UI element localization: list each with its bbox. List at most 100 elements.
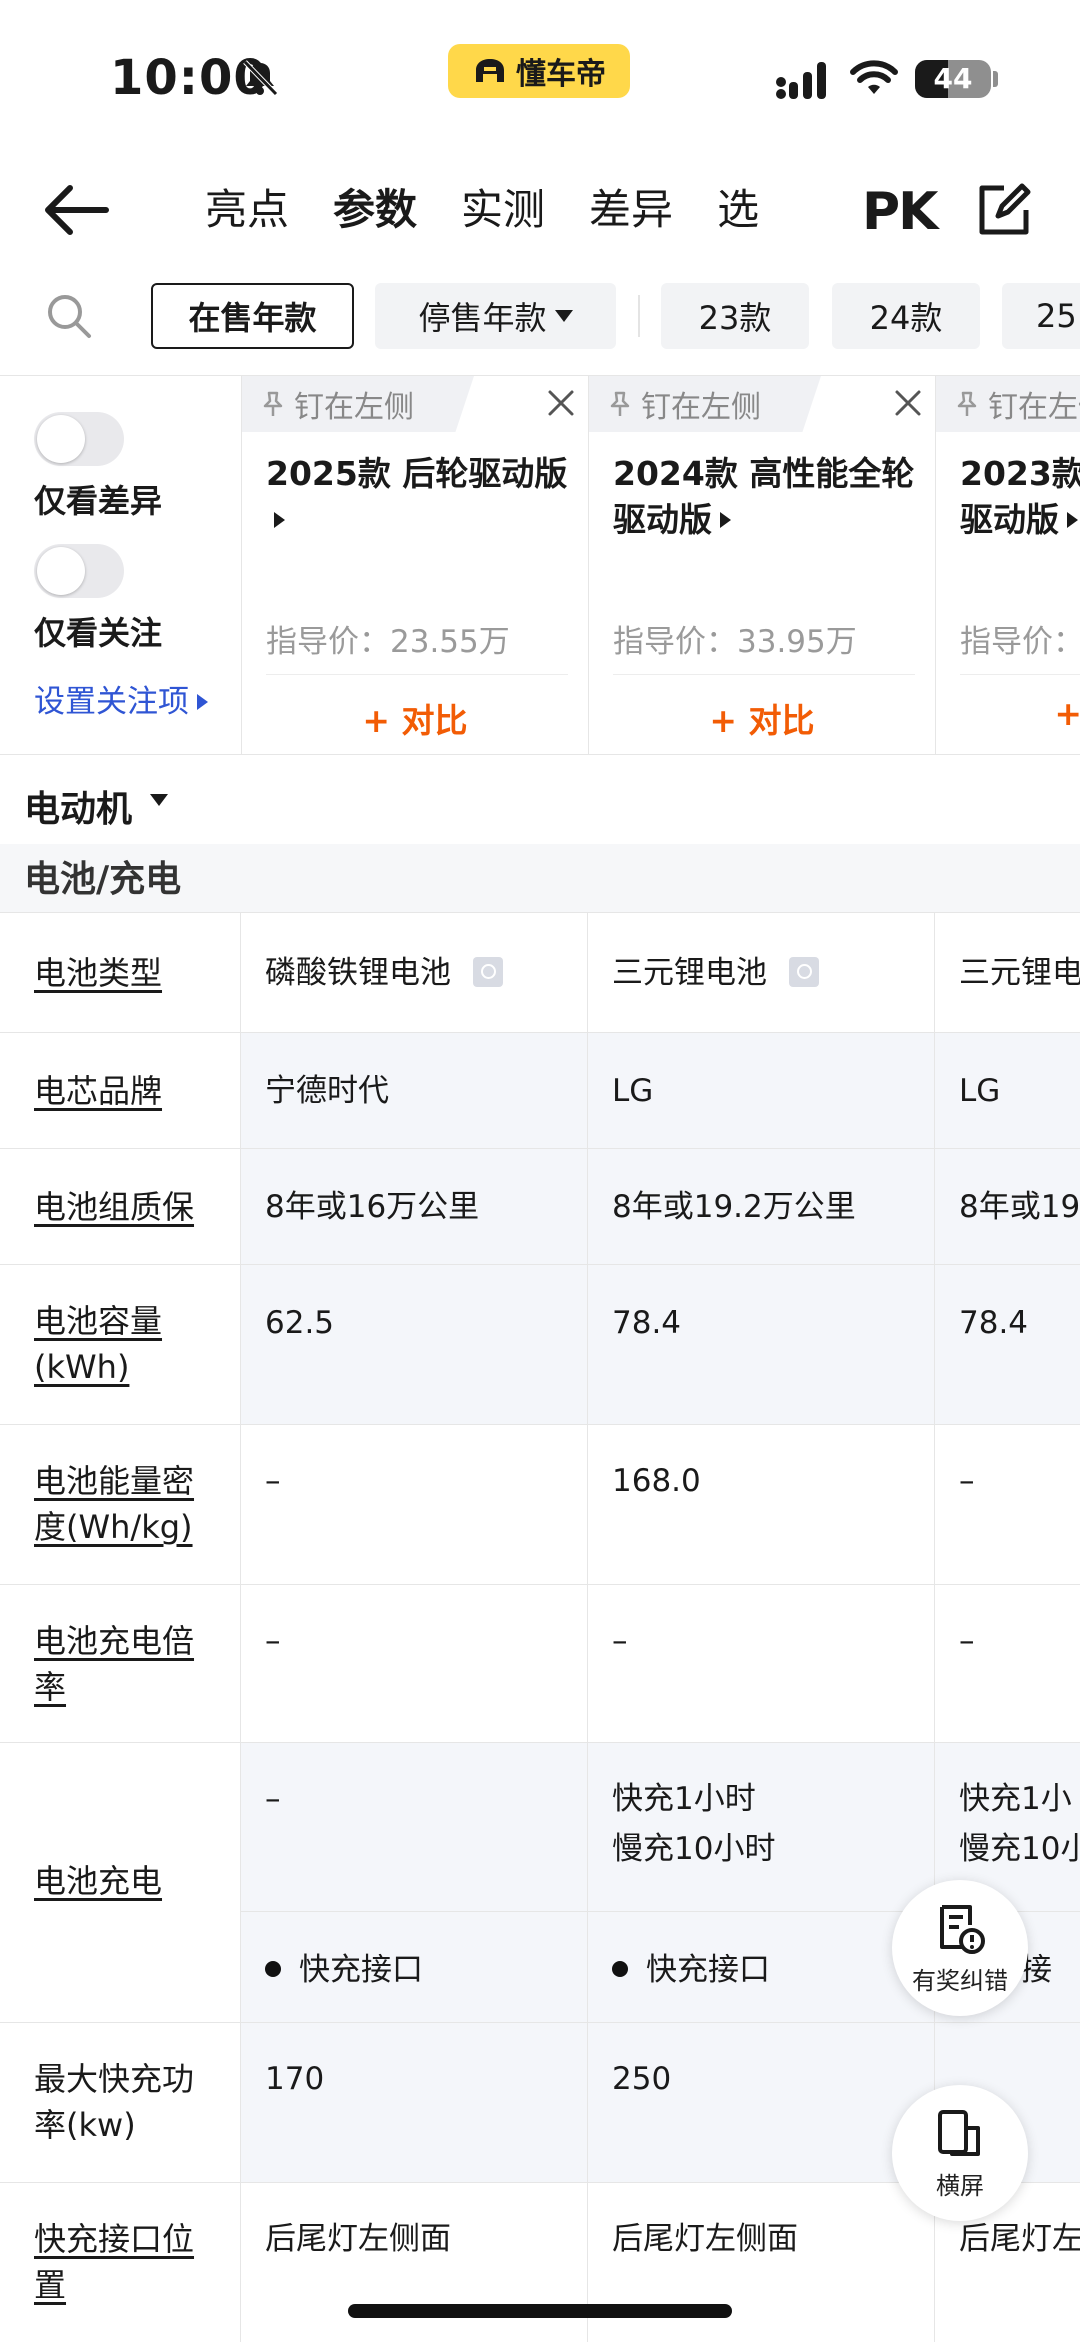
tab-params[interactable]: 参数: [333, 178, 422, 242]
add-compare-button[interactable]: + 对比: [589, 694, 935, 742]
cell-text: 三元锂电池: [612, 955, 767, 991]
cellular-signal-icon: [776, 62, 826, 99]
cell-value: 后尾灯左: [959, 2221, 1080, 2257]
section-motor[interactable]: 电动机: [0, 756, 1080, 844]
row-label[interactable]: 电池组质保: [0, 1149, 241, 1264]
cell-value: 三元锂电池: [612, 948, 819, 998]
chip-year-24[interactable]: 24款: [832, 283, 980, 349]
row-label[interactable]: 最大快充功率(kw): [0, 2023, 241, 2182]
table-row: 电池类型 磷酸铁锂电池 三元锂电池 三元锂电池: [0, 912, 1080, 1032]
cell-value: 8年或16万公里: [265, 1189, 480, 1225]
search-icon[interactable]: [46, 293, 92, 339]
app-badge[interactable]: 懂车帝: [448, 44, 630, 98]
table-cell: 78.4: [935, 1265, 1080, 1424]
cell-value: 62.5: [265, 1305, 335, 1341]
close-icon[interactable]: [893, 388, 923, 418]
cell-value: 8年或19.2万公里: [612, 1189, 856, 1225]
tab-differences[interactable]: 差异: [589, 178, 673, 242]
table-cell: –: [241, 1425, 588, 1584]
table-cell: –: [588, 1585, 935, 1742]
car-column: 钉在左侧 2024款 高性能全轮驱动版 指导价：33.95万 + 对比: [588, 376, 935, 754]
row-label-text: 电池充电: [34, 1862, 163, 1900]
chip-year-23-label: 23款: [698, 299, 772, 337]
caret-right-icon: [274, 512, 285, 528]
set-follow-items-link[interactable]: 设置关注项: [34, 676, 208, 721]
magnifier-icon[interactable]: [789, 957, 819, 987]
pin-left-label: 钉在左侧: [294, 390, 414, 425]
tab-tests[interactable]: 实测: [461, 178, 545, 242]
car-name-link[interactable]: 2024款 高性能全轮驱动版: [613, 451, 918, 543]
cell-value: 78.4: [959, 1305, 1029, 1341]
cell-value: 后尾灯左侧面: [612, 2221, 798, 2257]
row-label[interactable]: 电池容量(kWh): [0, 1265, 241, 1424]
row-label-text: 电池容量(kWh): [34, 1302, 163, 1386]
table-cell: 8年或19: [935, 1149, 1080, 1264]
pin-icon: [957, 391, 977, 416]
cell-value: 后尾灯左侧面: [265, 2221, 451, 2257]
pin-icon: [610, 391, 630, 416]
table-cell: 78.4: [588, 1265, 935, 1424]
cell-sub-value: 快充接口: [612, 1945, 770, 1995]
year-filter-bar: 在售年款 停售年款 23款 24款 25: [0, 275, 1080, 355]
close-icon[interactable]: [546, 388, 576, 418]
table-cell: 170: [241, 2023, 588, 2182]
back-arrow-icon[interactable]: [40, 180, 110, 240]
bullet-dot-icon: [265, 1961, 281, 1977]
row-label-text: 快充接口位置: [34, 2220, 195, 2304]
row-label-text: 电池能量密度(Wh/kg): [34, 1462, 195, 1546]
chip-on-sale[interactable]: 在售年款: [151, 283, 354, 349]
magnifier-icon[interactable]: [473, 957, 503, 987]
tab-highlights[interactable]: 亮点: [205, 178, 289, 242]
car-header-block: 仅看差异 仅看关注 设置关注项 钉在左侧 2025款 后轮驱动版 指导价：23.…: [0, 375, 1080, 755]
chip-year-25-label: 25: [1036, 297, 1077, 335]
tab-options[interactable]: 选: [717, 178, 779, 242]
edit-icon[interactable]: [976, 182, 1032, 238]
follow-only-toggle[interactable]: [34, 544, 124, 598]
chip-discontinued-label: 停售年款: [418, 299, 547, 337]
cell-value: LG: [612, 1073, 654, 1109]
home-indicator: [348, 2304, 732, 2318]
add-compare-button[interactable]: +: [936, 694, 1080, 733]
row-label[interactable]: 电池类型: [0, 913, 241, 1032]
chip-year-25[interactable]: 25: [1002, 283, 1080, 349]
follow-only-label: 仅看关注: [34, 614, 163, 652]
cell-value: 快充1小 慢充10小: [959, 1781, 1080, 1867]
table-cell: 快充1小时 慢充10小时 快充接口: [588, 1743, 935, 2022]
app-badge-label: 懂车帝: [516, 57, 606, 92]
divider: [613, 674, 915, 675]
table-cell: –: [935, 1585, 1080, 1742]
car-name-link[interactable]: 2025款 后轮驱动版: [266, 451, 571, 543]
cell-text: 磷酸铁锂电池: [265, 955, 451, 991]
cell-value: LG: [959, 1073, 1001, 1109]
cell-value: 三元锂电池: [959, 955, 1080, 991]
table-cell: –: [241, 1585, 588, 1742]
row-label-text: 电池类型: [34, 954, 163, 992]
cell-value: –: [265, 1463, 281, 1499]
pin-left-button[interactable]: 钉在左侧: [589, 376, 821, 432]
landscape-button[interactable]: 横屏: [892, 2085, 1028, 2221]
row-label[interactable]: 电池充电倍率: [0, 1585, 241, 1742]
table-cell: 8年或16万公里: [241, 1149, 588, 1264]
car-name-link[interactable]: 2023款 高性能全轮驱动版: [960, 451, 1080, 543]
row-label-text: 最大快充功率(kw): [34, 2060, 195, 2144]
cell-sub-text: 快充接口: [299, 1952, 423, 1988]
row-label[interactable]: 电芯品牌: [0, 1033, 241, 1148]
chip-year-23[interactable]: 23款: [661, 283, 809, 349]
add-compare-button[interactable]: + 对比: [242, 694, 588, 742]
row-label[interactable]: 电池能量密度(Wh/kg): [0, 1425, 241, 1584]
tab-bar: 亮点 参数 实测 差异 选: [205, 178, 779, 242]
chip-discontinued[interactable]: 停售年款: [375, 283, 616, 349]
pin-left-button[interactable]: 钉在左侧: [936, 376, 1080, 432]
table-cell: 三元锂电池: [588, 913, 935, 1032]
cell-sub-value: 快充接口: [265, 1945, 423, 1995]
row-label[interactable]: 电池充电: [0, 1743, 241, 2022]
row-label[interactable]: 快充接口位置: [0, 2183, 241, 2342]
pin-left-button[interactable]: 钉在左侧: [242, 376, 474, 432]
row-label-text: 电芯品牌: [34, 1072, 163, 1110]
table-cell: 62.5: [241, 1265, 588, 1424]
wifi-icon: [850, 60, 898, 94]
pk-button[interactable]: PK: [862, 182, 938, 242]
report-error-button[interactable]: 有奖纠错: [892, 1880, 1028, 2016]
row-label-text: 电池充电倍率: [34, 1622, 195, 1706]
diff-only-toggle[interactable]: [34, 412, 124, 466]
